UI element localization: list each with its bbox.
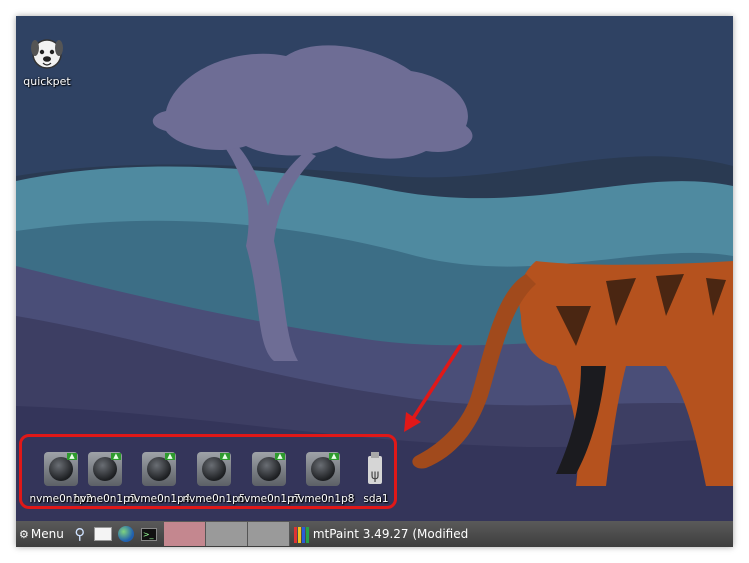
workspace-pager [163,522,290,546]
task-title: mtPaint 3.49.27 (Modified [312,527,469,541]
menu-button[interactable]: ⚙ Menu [16,521,68,547]
taskbar: ⚙ Menu ⚲ >_ mtPaint 3.49.27 (Modified [16,521,733,547]
menu-label: Menu [30,527,64,541]
globe-icon[interactable] [115,523,137,545]
mtpaint-icon [293,525,310,543]
menu-icon: ⚙ [19,527,29,541]
taskbar-task-mtpaint[interactable]: mtPaint 3.49.27 (Modified [293,521,469,547]
desktop-screen: quickpet ▲ nvme0n1p2 ▲ nvme0n1p3 ▲ nvme0… [16,16,733,547]
dog-icon [31,39,63,69]
terminal-icon[interactable]: >_ [138,523,160,545]
workspace-2[interactable] [205,522,248,546]
annotation-highlight-box [19,434,397,509]
quickpet-label: quickpet [23,75,71,88]
quickpet-desktop-icon[interactable]: quickpet [18,34,76,88]
search-icon[interactable]: ⚲ [69,523,91,545]
workspace-1[interactable] [163,522,206,546]
window-icon[interactable] [92,523,114,545]
workspace-3[interactable] [247,522,290,546]
